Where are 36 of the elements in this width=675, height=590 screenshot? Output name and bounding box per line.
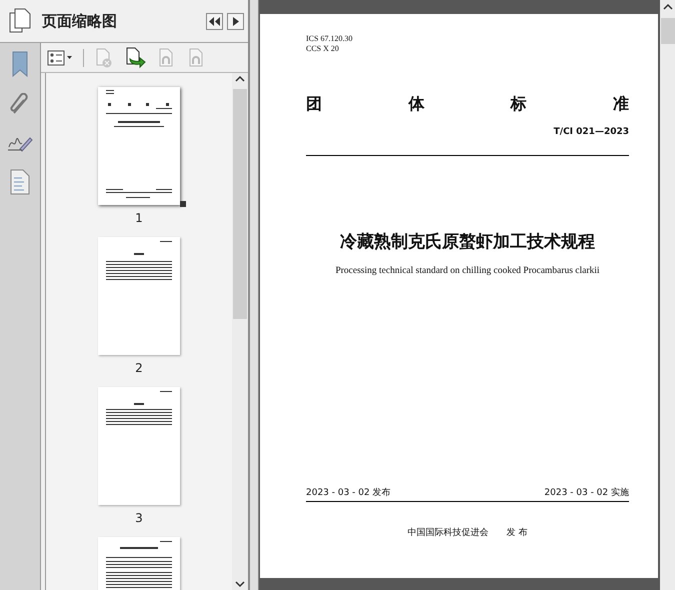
english-title: Processing technical standard on chilling cooked Procambarus clarkii bbox=[335, 266, 600, 276]
category-character: 准 bbox=[612, 94, 629, 115]
category-character: 标 bbox=[510, 94, 527, 115]
right-arrow-icon bbox=[232, 16, 238, 26]
publisher: 中国国际科技促进会 bbox=[408, 526, 489, 539]
bookmark-icon[interactable] bbox=[11, 51, 29, 77]
ics-code: ICS 67.120.30 bbox=[306, 34, 354, 44]
insert-button[interactable] bbox=[124, 46, 146, 68]
page-number: 2 bbox=[135, 361, 143, 375]
selection-handle[interactable] bbox=[180, 201, 186, 207]
insert-page-icon bbox=[124, 46, 146, 68]
document-title: 冷藏熟制克氏原螯虾加工技术规程 bbox=[340, 231, 595, 253]
scrollbar-thumb[interactable] bbox=[660, 18, 674, 44]
panel-title: 页面缩略图 bbox=[42, 12, 118, 30]
page-thumbnail[interactable] bbox=[98, 237, 180, 355]
page-number: 1 bbox=[135, 211, 143, 225]
panel-splitter[interactable] bbox=[250, 0, 259, 590]
document-icon[interactable] bbox=[10, 169, 30, 195]
standard-number: T/CI 021—2023 bbox=[554, 127, 629, 137]
publish-label: 发 布 bbox=[506, 526, 528, 539]
category-character: 体 bbox=[408, 94, 424, 115]
options-button[interactable] bbox=[47, 50, 73, 66]
scrollbar-thumb[interactable] bbox=[233, 89, 247, 319]
list-options-icon bbox=[47, 50, 73, 66]
effective-date: 2023 - 03 - 02 实施 bbox=[544, 486, 629, 499]
category-character: 团 bbox=[306, 94, 322, 115]
delete-page-icon bbox=[94, 48, 114, 68]
page-number: 3 bbox=[135, 511, 143, 525]
issue-date: 2023 - 03 - 02 发布 bbox=[306, 486, 391, 499]
ccs-code: CCS X 20 bbox=[306, 44, 340, 54]
double-left-arrow-icon bbox=[209, 16, 220, 26]
page-thumbnail[interactable] bbox=[98, 87, 180, 205]
pages-icon bbox=[8, 8, 32, 34]
page-thumbnail[interactable] bbox=[98, 387, 180, 505]
collapse-button[interactable] bbox=[206, 12, 223, 30]
next-button[interactable] bbox=[227, 12, 244, 30]
